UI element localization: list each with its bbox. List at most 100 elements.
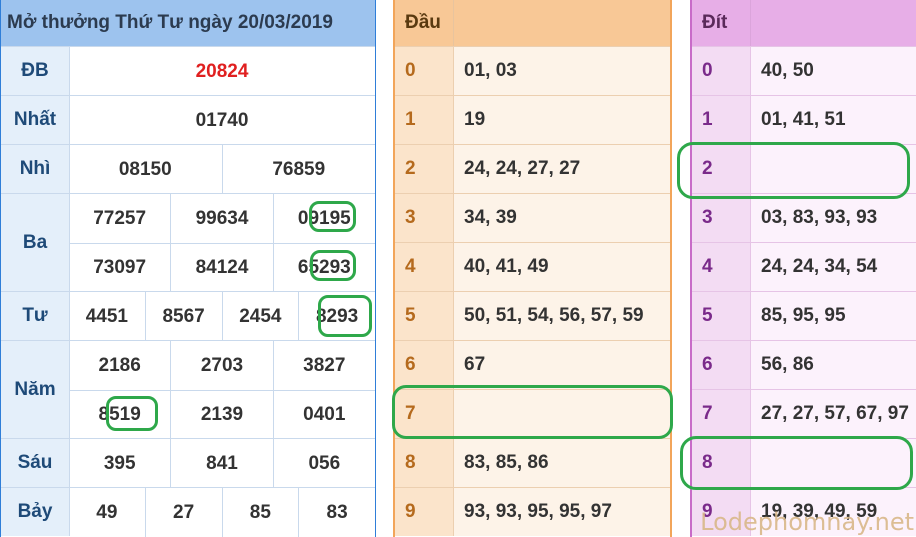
dau-digit: 3 xyxy=(395,194,454,242)
dit-digit: 8 xyxy=(692,439,751,487)
prize-line: 395 841 056 xyxy=(69,439,375,488)
dit-row: 0 40, 50 xyxy=(692,46,916,95)
prize-number: 4451 xyxy=(85,305,129,327)
dit-digit: 2 xyxy=(692,145,751,193)
dit-digit: 0 xyxy=(692,47,751,95)
dit-row: 4 24, 24, 34, 54 xyxy=(692,242,916,291)
dau-digit: 5 xyxy=(395,292,454,340)
prize-line: 20824 xyxy=(69,47,375,96)
dau-row: 7 xyxy=(395,389,670,438)
dau-row: 5 50, 51, 54, 56, 57, 59 xyxy=(395,291,670,340)
dit-values: 27, 27, 57, 67, 97 xyxy=(751,390,916,438)
prize-label: Năm xyxy=(1,341,70,438)
dit-values: 40, 50 xyxy=(751,47,916,95)
prize-number: 2186 xyxy=(98,354,141,376)
dit-digit: 1 xyxy=(692,96,751,144)
dau-digit: 0 xyxy=(395,47,454,95)
dau-digit: 4 xyxy=(395,243,454,291)
dau-row: 1 19 xyxy=(395,95,670,144)
prize-number: 73097 xyxy=(93,257,147,278)
prize-number: 8293 xyxy=(298,292,375,341)
prize-number: 2703 xyxy=(170,341,272,390)
results-title: Mở thưởng Thứ Tư ngày 20/03/2019 xyxy=(1,0,375,46)
dau-values: 67 xyxy=(454,341,670,389)
prize-number: 01740 xyxy=(195,109,249,131)
dit-digit: 3 xyxy=(692,194,751,242)
dit-values: 56, 86 xyxy=(751,341,916,389)
dau-row: 9 93, 93, 95, 95, 97 xyxy=(395,487,670,536)
dit-row: 7 27, 27, 57, 67, 97 xyxy=(692,389,916,438)
dau-row: 3 34, 39 xyxy=(395,193,670,242)
dit-row: 2 xyxy=(692,144,916,193)
prize-line: 01740 xyxy=(69,96,375,145)
dau-values xyxy=(454,390,670,438)
prize-label: Tư xyxy=(1,292,70,340)
dit-header: Đít xyxy=(692,0,916,46)
dit-row: 5 85, 95, 95 xyxy=(692,291,916,340)
prize-number: 2139 xyxy=(170,391,272,439)
prize-number: 84124 xyxy=(170,244,272,292)
dit-digit: 6 xyxy=(692,341,751,389)
dit-values: 24, 24, 34, 54 xyxy=(751,243,916,291)
dit-header-label: Đít xyxy=(692,0,751,46)
dit-digit: 7 xyxy=(692,390,751,438)
prize-number: 8519 xyxy=(98,404,141,425)
dit-values: 01, 41, 51 xyxy=(751,96,916,144)
prize-number: 27 xyxy=(144,488,222,537)
dit-digit: 4 xyxy=(692,243,751,291)
prize-numbers: 77257 99634 09195 73097 84124 65293 xyxy=(69,194,375,292)
prize-numbers: 49 27 85 83 xyxy=(69,488,375,537)
dau-digit: 8 xyxy=(395,439,454,487)
results-row: ĐB 20824 xyxy=(1,46,375,95)
results-table: Mở thưởng Thứ Tư ngày 20/03/2019 ĐB 20824… xyxy=(0,0,376,537)
prize-number: 09195 xyxy=(272,194,375,243)
watermark: Lodephomnay.net xyxy=(700,508,914,536)
dau-values: 34, 39 xyxy=(454,194,670,242)
dit-row: 1 01, 41, 51 xyxy=(692,95,916,144)
results-row: Tư 4451 8567 2454 8293 xyxy=(1,291,375,341)
prize-number: 83 xyxy=(298,488,375,537)
dit-values xyxy=(751,439,916,487)
prize-numbers: 4451 8567 2454 8293 xyxy=(69,292,375,341)
prize-label: Ba xyxy=(1,194,70,291)
prize-line: 73097 84124 65293 xyxy=(69,243,375,292)
prize-numbers: 395 841 056 xyxy=(69,439,375,488)
prize-number: 76859 xyxy=(221,145,376,194)
dau-digit: 9 xyxy=(395,488,454,536)
results-row: Bảy 49 27 85 83 xyxy=(1,487,375,537)
prize-number: 841 xyxy=(170,439,272,488)
prize-line: 4451 8567 2454 8293 xyxy=(69,292,375,341)
dau-row: 2 24, 24, 27, 27 xyxy=(395,144,670,193)
prize-number: 2454 xyxy=(221,292,299,341)
prize-label: Bảy xyxy=(1,488,70,536)
prize-number: 49 xyxy=(96,501,118,523)
prize-numbers: 20824 xyxy=(69,47,375,95)
dau-digit: 1 xyxy=(395,96,454,144)
dit-values: 03, 83, 93, 93 xyxy=(751,194,916,242)
dau-header-label: Đầu xyxy=(395,0,454,46)
results-row: Nhất 01740 xyxy=(1,95,375,144)
prize-line: 2186 2703 3827 xyxy=(69,341,375,390)
prize-number: 99634 xyxy=(170,194,272,243)
dau-values: 19 xyxy=(454,96,670,144)
dit-values xyxy=(751,145,916,193)
dau-table: Đầu 0 01, 03 1 19 2 24, 24, 27, 27 3 34, 39 4 40,… xyxy=(393,0,672,537)
prize-line: 49 27 85 83 xyxy=(69,488,375,537)
dit-row: 8 xyxy=(692,438,916,487)
results-row: Sáu 395 841 056 xyxy=(1,438,375,488)
dau-header: Đầu xyxy=(395,0,670,46)
dit-row: 3 03, 83, 93, 93 xyxy=(692,193,916,242)
prize-number: 056 xyxy=(272,439,375,488)
dau-values: 50, 51, 54, 56, 57, 59 xyxy=(454,292,670,340)
results-row: Năm 2186 2703 3827 8519 2139 0401 xyxy=(1,340,375,439)
prize-number: 395 xyxy=(103,452,136,474)
prize-numbers: 2186 2703 3827 8519 2139 0401 xyxy=(69,341,375,439)
dit-row: 6 56, 86 xyxy=(692,340,916,389)
dau-row: 8 83, 85, 86 xyxy=(395,438,670,487)
dau-digit: 2 xyxy=(395,145,454,193)
prize-line: 77257 99634 09195 xyxy=(69,194,375,243)
prize-label: Sáu xyxy=(1,439,70,487)
results-row: Ba 77257 99634 09195 73097 84124 65293 xyxy=(1,193,375,292)
dau-values: 01, 03 xyxy=(454,47,670,95)
prize-number: 65293 xyxy=(272,244,375,292)
